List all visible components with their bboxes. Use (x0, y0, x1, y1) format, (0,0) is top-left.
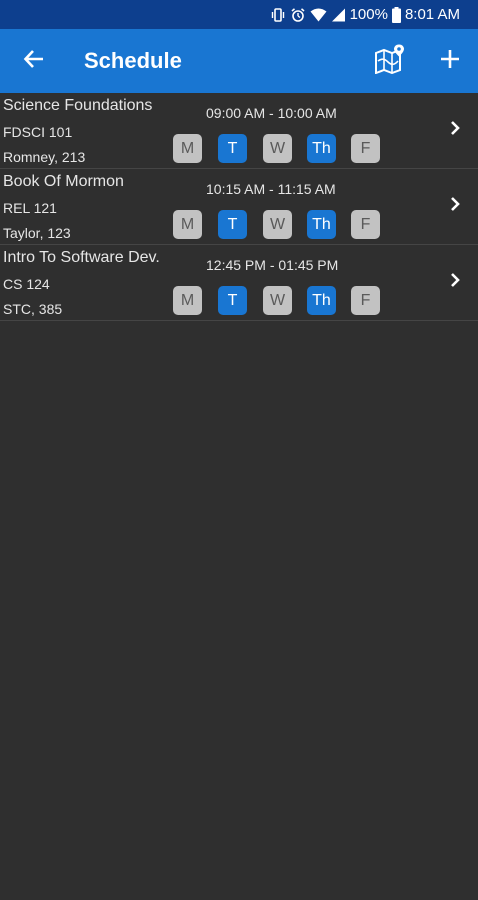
status-time: 8:01 AM (404, 6, 460, 23)
chevron-right-icon (446, 119, 464, 137)
course-time: 12:45 PM - 01:45 PM (206, 257, 339, 273)
day-badge-monday: M (173, 210, 202, 239)
back-button[interactable] (14, 41, 54, 81)
day-badge-monday: M (173, 286, 202, 315)
alarm-icon (290, 7, 306, 23)
map-button[interactable] (370, 41, 410, 81)
course-time: 09:00 AM - 10:00 AM (206, 105, 337, 121)
vibrate-icon (270, 7, 286, 23)
course-room: STC, 385 (3, 301, 63, 317)
app-bar: Schedule (0, 29, 478, 93)
course-code: REL 121 (3, 200, 57, 216)
course-code: CS 124 (3, 276, 50, 292)
day-badge-wednesday: W (263, 210, 292, 239)
day-badge-wednesday: W (263, 286, 292, 315)
day-badge-tuesday: T (218, 134, 247, 163)
schedule-list: Science Foundations FDSCI 101 Romney, 21… (0, 93, 478, 321)
day-badge-monday: M (173, 134, 202, 163)
course-code: FDSCI 101 (3, 124, 73, 140)
page-title: Schedule (84, 48, 182, 73)
course-name: Science Foundations (3, 97, 153, 114)
wifi-icon (310, 8, 327, 22)
day-badge-friday: F (351, 134, 380, 163)
day-badge-friday: F (351, 286, 380, 315)
map-icon (374, 44, 406, 79)
course-row-intro-to-software-dev[interactable]: Intro To Software Dev. CS 124 STC, 385 1… (0, 245, 478, 321)
arrow-left-icon (23, 48, 45, 75)
battery-icon (391, 6, 401, 23)
status-bar: 100% 8:01 AM (0, 0, 478, 29)
day-badge-friday: F (351, 210, 380, 239)
battery-percent: 100% (349, 6, 388, 23)
course-time: 10:15 AM - 11:15 AM (206, 181, 336, 197)
course-name: Book Of Mormon (3, 173, 124, 190)
course-room: Romney, 213 (3, 149, 86, 165)
status-icons: 100% 8:01 AM (270, 0, 460, 29)
course-name: Intro To Software Dev. (3, 249, 160, 266)
course-row-book-of-mormon[interactable]: Book Of Mormon REL 121 Taylor, 123 10:15… (0, 169, 478, 245)
day-badge-thursday: Th (307, 286, 336, 315)
add-button[interactable] (430, 41, 470, 81)
day-badge-wednesday: W (263, 134, 292, 163)
signal-icon (331, 8, 346, 22)
chevron-right-icon (446, 271, 464, 289)
plus-icon (440, 49, 460, 74)
day-badge-thursday: Th (307, 210, 336, 239)
course-row-science-foundations[interactable]: Science Foundations FDSCI 101 Romney, 21… (0, 93, 478, 169)
day-badge-tuesday: T (218, 286, 247, 315)
chevron-right-icon (446, 195, 464, 213)
day-badge-thursday: Th (307, 134, 336, 163)
course-room: Taylor, 123 (3, 225, 71, 241)
day-badge-tuesday: T (218, 210, 247, 239)
